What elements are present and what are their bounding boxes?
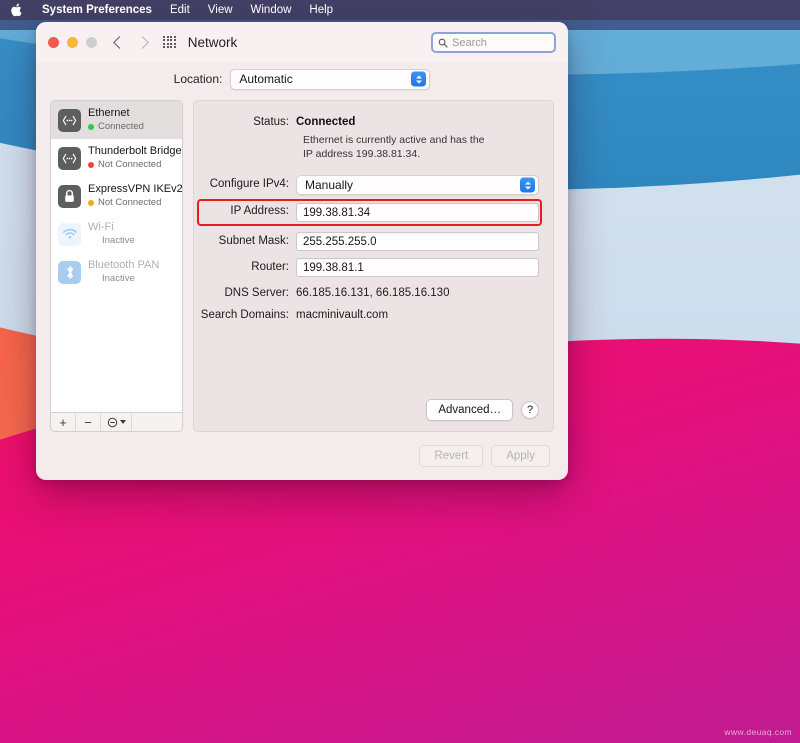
router-row: Router: 199.38.81.1: [200, 258, 539, 277]
location-stepper-icon[interactable]: [411, 71, 427, 87]
ip-address-row: IP Address: 199.38.81.34: [197, 199, 542, 226]
minimize-button[interactable]: [67, 36, 78, 48]
status-dot-orange: [88, 200, 94, 206]
watermark: www.deuaq.com: [724, 727, 792, 737]
status-row: Status: Connected: [200, 113, 539, 128]
wifi-icon: [58, 222, 81, 246]
configure-ipv4-label: Configure IPv4:: [209, 178, 289, 190]
help-button[interactable]: ?: [521, 401, 539, 419]
router-label: Router:: [251, 261, 289, 273]
service-actions-button[interactable]: [101, 413, 132, 431]
status-label: Status:: [253, 116, 289, 128]
grid-view-icon[interactable]: [163, 35, 176, 49]
status-description: Ethernet is currently active and has the…: [303, 134, 485, 160]
close-button[interactable]: [48, 36, 59, 48]
sidebar-item-bluetooth-pan[interactable]: Bluetooth PAN Inactive: [51, 253, 182, 291]
location-label: Location:: [173, 72, 223, 86]
configure-ipv4-row: Configure IPv4: Manually: [200, 175, 539, 195]
ethernet-icon: [58, 146, 81, 170]
chevron-down-icon: [119, 420, 126, 424]
sidebar-item-expressvpn-ikev2[interactable]: ExpressVPN IKEv2 Not Connected: [51, 177, 182, 215]
search-domains-value: macminivault.com: [296, 309, 389, 321]
dns-server-value: 66.185.16.131, 66.185.16.130: [296, 287, 450, 299]
dns-server-label: DNS Server:: [224, 287, 289, 299]
sidebar-toolbar: + −: [50, 412, 183, 432]
configure-ipv4-selected-value: Manually: [305, 178, 354, 192]
ip-address-input[interactable]: 199.38.81.34: [296, 203, 539, 222]
zoom-button[interactable]: [86, 36, 97, 48]
sidebar-item-status: Not Connected: [88, 159, 175, 171]
status-dot-green: [88, 124, 94, 130]
lock-icon: [58, 184, 81, 208]
remove-service-button[interactable]: −: [76, 413, 101, 431]
location-row: Location: Automatic: [36, 62, 568, 100]
subnet-mask-label: Subnet Mask:: [218, 235, 289, 247]
ip-address-label: IP Address:: [230, 205, 289, 217]
status-dot-red: [88, 162, 94, 168]
apply-button[interactable]: Apply: [491, 445, 550, 467]
menu-item-help[interactable]: Help: [300, 0, 342, 20]
configure-ipv4-stepper-icon[interactable]: [520, 177, 535, 193]
sidebar-toolbar-spacer: [132, 413, 182, 431]
network-services-sidebar: Ethernet Connected Thunderbolt Bridge No…: [50, 100, 183, 432]
sidebar-item-label: Bluetooth PAN: [88, 259, 160, 271]
sidebar-item-status: Inactive: [102, 235, 135, 246]
sidebar-item-status: Not Connected: [88, 197, 175, 209]
gear-action-icon: [107, 417, 117, 427]
traffic-lights: [48, 36, 97, 48]
dns-server-row: DNS Server: 66.185.16.131, 66.185.16.130: [200, 284, 539, 299]
router-input[interactable]: 199.38.81.1: [296, 258, 539, 277]
service-detail-panel: Status: Connected Ethernet is currently …: [193, 100, 554, 432]
menu-item-window[interactable]: Window: [242, 0, 301, 20]
add-service-button[interactable]: +: [51, 413, 76, 431]
bluetooth-icon: [58, 260, 81, 284]
revert-button[interactable]: Revert: [419, 445, 484, 467]
status-value: Connected: [296, 116, 356, 128]
search-input[interactable]: [452, 36, 549, 49]
search-domains-row: Search Domains: macminivault.com: [200, 306, 539, 321]
network-services-list[interactable]: Ethernet Connected Thunderbolt Bridge No…: [50, 100, 183, 412]
search-domains-label: Search Domains:: [200, 309, 289, 321]
subnet-mask-input[interactable]: 255.255.255.0: [296, 232, 539, 251]
detail-spacer: [200, 328, 539, 399]
advanced-button[interactable]: Advanced…: [426, 399, 513, 421]
window-body: Ethernet Connected Thunderbolt Bridge No…: [36, 100, 568, 432]
sidebar-item-wi-fi[interactable]: Wi-Fi Inactive: [51, 215, 182, 253]
menu-item-system-preferences[interactable]: System Preferences: [33, 0, 161, 20]
sidebar-item-label: Ethernet: [88, 107, 130, 119]
location-dropdown[interactable]: Automatic: [230, 68, 431, 90]
location-selected-value: Automatic: [239, 72, 293, 86]
system-preferences-window: Network Location: Automatic: [36, 22, 568, 480]
sidebar-item-label: Thunderbolt Bridge: [88, 145, 182, 157]
navigation-arrows: [113, 35, 149, 49]
search-field[interactable]: [431, 32, 556, 53]
sidebar-item-label: ExpressVPN IKEv2: [88, 183, 183, 195]
window-footer: Revert Apply: [36, 432, 568, 480]
window-titlebar: Network: [36, 22, 568, 62]
subnet-mask-row: Subnet Mask: 255.255.255.0: [200, 232, 539, 251]
detail-footer: Advanced… ?: [200, 399, 539, 421]
menu-item-view[interactable]: View: [199, 0, 242, 20]
menu-bar: System Preferences Edit View Window Help: [0, 0, 800, 20]
sidebar-item-status: Connected: [88, 121, 144, 133]
apple-logo-icon[interactable]: [10, 3, 23, 18]
search-icon: [438, 38, 448, 48]
menu-item-edit[interactable]: Edit: [161, 0, 199, 20]
page-title: Network: [187, 34, 238, 50]
sidebar-item-label: Wi-Fi: [88, 221, 114, 233]
configure-ipv4-dropdown[interactable]: Manually: [296, 175, 539, 195]
forward-button-icon[interactable]: [136, 35, 149, 49]
ethernet-icon: [58, 108, 81, 132]
sidebar-item-thunderbolt-bridge[interactable]: Thunderbolt Bridge Not Connected: [51, 139, 182, 177]
sidebar-item-status: Inactive: [102, 273, 135, 284]
back-button-icon[interactable]: [113, 35, 126, 49]
sidebar-item-ethernet[interactable]: Ethernet Connected: [51, 101, 182, 139]
